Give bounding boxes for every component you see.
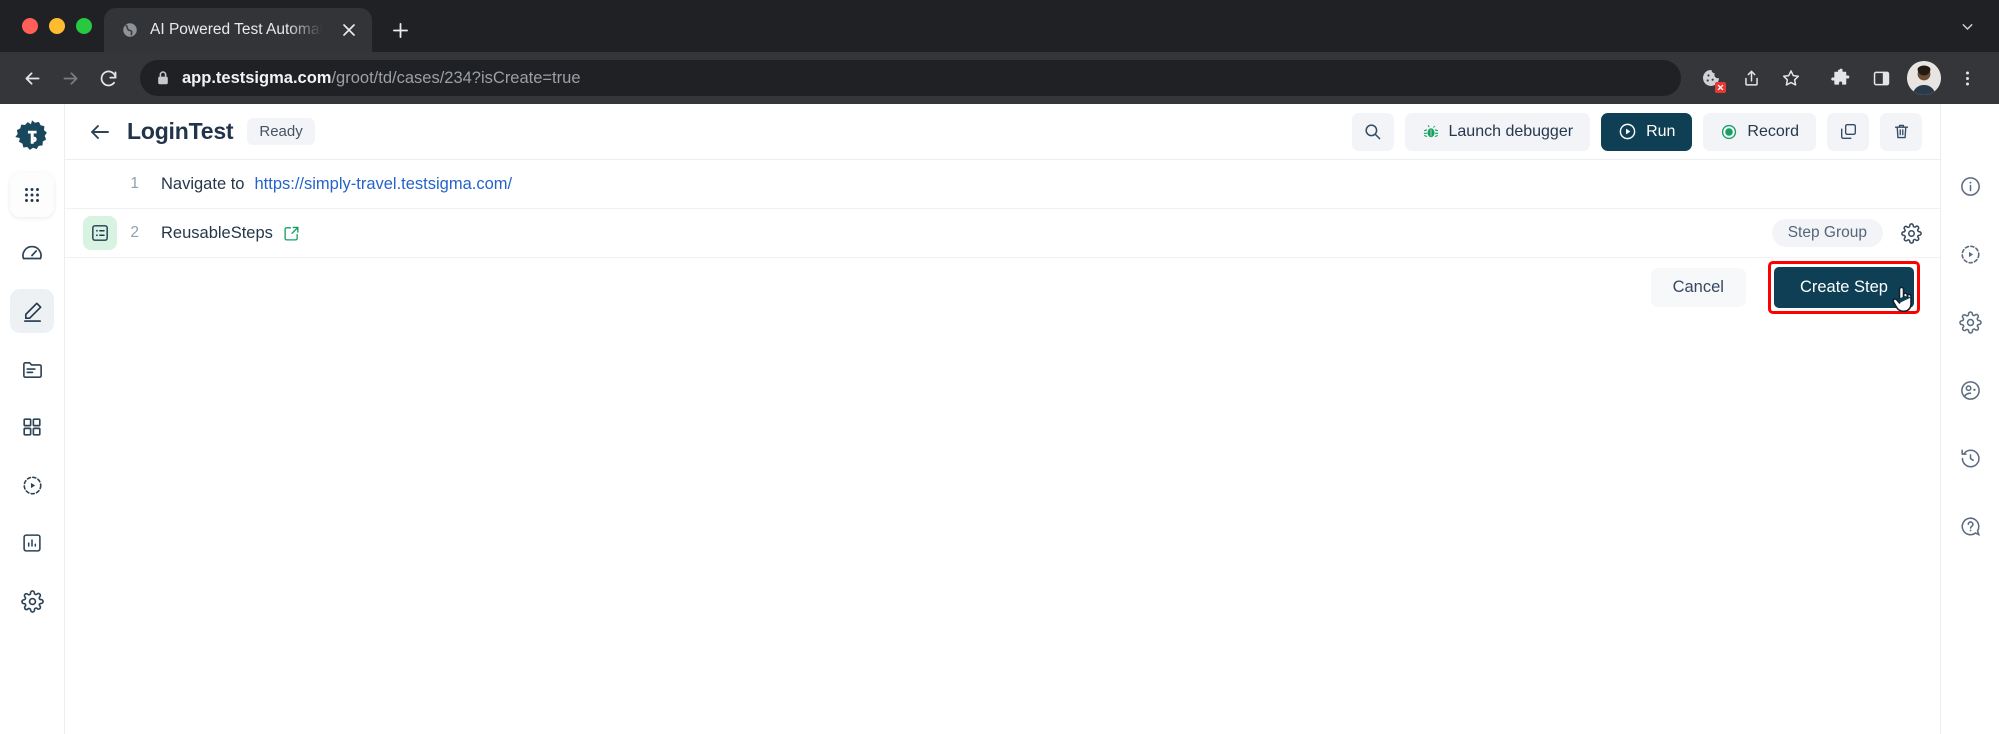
back-arrow-icon[interactable] <box>87 119 113 145</box>
right-sidebar <box>1940 104 1999 734</box>
step-action-bar: Cancel Create Step <box>65 258 1940 316</box>
list-details-icon <box>92 225 108 241</box>
bookmark-star-icon[interactable] <box>1773 60 1809 96</box>
chevron-down-icon[interactable] <box>1949 8 1985 44</box>
apps-grid-icon <box>25 188 39 202</box>
sidebar-item-apps[interactable] <box>10 173 54 217</box>
search-button[interactable] <box>1351 112 1394 151</box>
browser-tabstrip: AI Powered Test Automation Pl <box>0 0 1999 52</box>
side-panel-icon[interactable] <box>1863 60 1899 96</box>
info-circle-icon[interactable] <box>1956 172 1984 200</box>
launch-debugger-label: Launch debugger <box>1448 122 1574 140</box>
left-sidebar <box>0 104 65 734</box>
settings-gear-icon <box>1901 222 1922 244</box>
step-settings-button[interactable] <box>1901 222 1922 244</box>
record-label: Record <box>1747 122 1799 140</box>
record-button[interactable]: Record <box>1703 112 1816 151</box>
test-steps-list: 1 Navigate to https://simply-travel.test… <box>65 160 1940 258</box>
step-url-link[interactable]: https://simply-travel.testsigma.com/ <box>254 175 512 194</box>
settings-gear-icon[interactable] <box>1956 308 1984 336</box>
profile-avatar[interactable] <box>1907 61 1941 95</box>
external-link-icon[interactable] <box>283 225 300 242</box>
table-row[interactable]: 1 Navigate to https://simply-travel.test… <box>65 160 1940 209</box>
browser-tab[interactable]: AI Powered Test Automation Pl <box>104 8 372 52</box>
address-bar-url: app.testsigma.com/groot/td/cases/234?isC… <box>182 69 581 88</box>
close-icon[interactable] <box>336 17 362 43</box>
search-icon <box>1363 122 1382 141</box>
address-bar-host: app.testsigma.com <box>182 68 332 87</box>
step-group-name: ReusableSteps <box>161 223 273 242</box>
create-step-label: Create Step <box>1799 277 1888 296</box>
record-circle-icon <box>1720 123 1738 141</box>
back-arrow-icon[interactable] <box>14 60 50 96</box>
testsigma-logo[interactable] <box>10 115 54 159</box>
address-bar-path: /groot/td/cases/234?isCreate=true <box>331 68 581 87</box>
chat-bot-icon[interactable] <box>1956 376 1984 404</box>
copy-icon <box>1839 122 1858 141</box>
settings-gear-icon <box>20 589 44 613</box>
create-step-button[interactable]: Create Step <box>1773 266 1914 312</box>
page-title: LoginTest <box>127 118 234 144</box>
step-type-tag: Step Group <box>1771 219 1883 247</box>
sidebar-item-suites[interactable] <box>10 405 54 449</box>
share-icon[interactable] <box>1733 60 1769 96</box>
squares-icon <box>23 418 41 436</box>
globe-icon <box>120 20 140 40</box>
dashed-play-circle-icon[interactable] <box>1956 240 1984 268</box>
step-content: ReusableSteps <box>161 224 300 243</box>
step-row-actions: Step Group <box>1771 219 1922 247</box>
run-button[interactable]: Run <box>1601 112 1693 151</box>
main-content: LoginTest Ready Launch debugger Run Reco… <box>65 104 1940 734</box>
status-badge: Ready <box>247 118 315 145</box>
extensions-puzzle-icon[interactable] <box>1823 60 1859 96</box>
table-row[interactable]: 2 ReusableSteps Step Group <box>65 209 1940 258</box>
trash-icon <box>1892 122 1911 141</box>
cancel-button[interactable]: Cancel <box>1650 267 1746 307</box>
lock-icon <box>156 70 170 86</box>
toolbar-right-actions <box>1693 60 1985 96</box>
step-action-label: Navigate to <box>161 174 245 193</box>
chart-bar-icon <box>23 534 41 552</box>
minimize-window-button[interactable] <box>49 18 65 34</box>
pencil-edit-icon <box>23 302 41 322</box>
speedometer-icon <box>22 245 42 260</box>
sidebar-item-dashboard[interactable] <box>10 231 54 275</box>
close-window-button[interactable] <box>22 18 38 34</box>
editor-canvas <box>65 316 1940 734</box>
play-circle-icon <box>1618 122 1637 141</box>
copy-button[interactable] <box>1827 112 1869 151</box>
page-header: LoginTest Ready Launch debugger Run Reco… <box>65 104 1940 160</box>
browser-window: AI Powered Test Automation Pl <box>0 0 1999 734</box>
three-dot-menu-icon[interactable] <box>1949 60 1985 96</box>
forward-arrow-icon[interactable] <box>52 60 88 96</box>
step-number: 1 <box>130 175 139 192</box>
application-body: LoginTest Ready Launch debugger Run Reco… <box>0 104 1999 734</box>
tab-title: AI Powered Test Automation Pl <box>150 21 326 38</box>
address-bar[interactable]: app.testsigma.com/groot/td/cases/234?isC… <box>140 60 1681 96</box>
step-group-badge[interactable] <box>83 216 117 250</box>
reload-icon[interactable] <box>90 60 126 96</box>
sidebar-item-test-editor[interactable] <box>10 289 54 333</box>
header-actions: Launch debugger Run Record <box>1351 112 1922 151</box>
launch-debugger-button[interactable]: Launch debugger <box>1404 112 1591 151</box>
delete-button[interactable] <box>1880 112 1922 151</box>
run-label: Run <box>1646 122 1676 140</box>
create-step-highlight: Create Step <box>1767 260 1920 314</box>
history-clock-icon[interactable] <box>1956 444 1984 472</box>
hand-pointer-cursor <box>1891 284 1918 320</box>
sidebar-item-settings[interactable] <box>10 579 54 623</box>
sidebar-item-runs[interactable] <box>10 463 54 507</box>
help-question-icon[interactable] <box>1956 512 1984 540</box>
browser-toolbar: app.testsigma.com/groot/td/cases/234?isC… <box>0 52 1999 104</box>
sidebar-item-files[interactable] <box>10 347 54 391</box>
bug-icon <box>1422 123 1440 141</box>
new-tab-button[interactable] <box>380 10 420 50</box>
maximize-window-button[interactable] <box>76 18 92 34</box>
step-content: Navigate to https://simply-travel.testsi… <box>161 175 512 194</box>
sidebar-item-reports[interactable] <box>10 521 54 565</box>
window-traffic-lights <box>16 0 104 52</box>
play-circle-icon <box>22 475 42 495</box>
cookie-blocked-icon[interactable] <box>1693 60 1729 96</box>
folder-icon <box>22 361 42 378</box>
